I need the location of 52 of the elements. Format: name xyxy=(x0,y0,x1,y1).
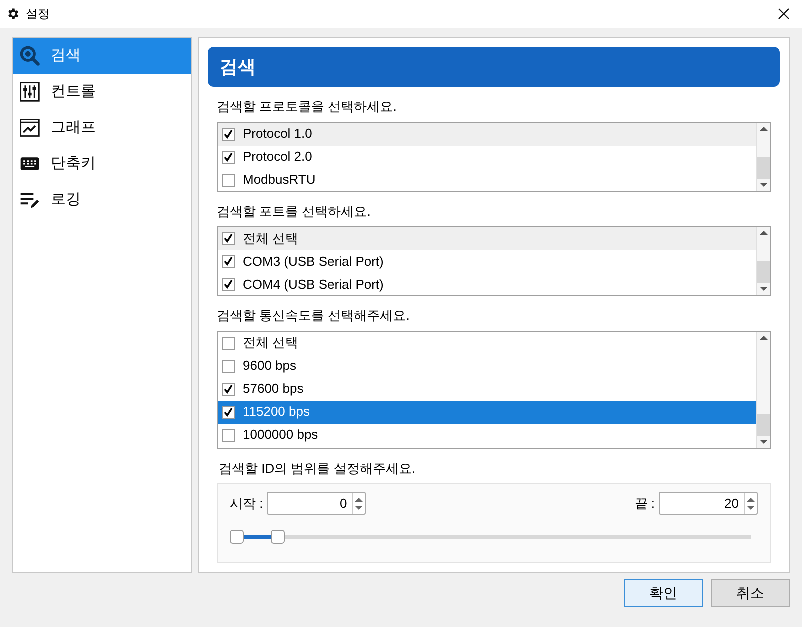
list-item[interactable]: Protocol 2.0 xyxy=(218,146,756,168)
sidebar-item[interactable]: 로깅 xyxy=(13,182,191,218)
checkbox[interactable] xyxy=(222,232,235,245)
close-icon[interactable] xyxy=(778,8,790,20)
scrollbar[interactable] xyxy=(756,122,770,190)
checkbox[interactable] xyxy=(222,406,235,418)
ok-button[interactable]: 확인 xyxy=(624,579,703,607)
checkbox[interactable] xyxy=(222,360,235,372)
panel-header: 검색 xyxy=(208,47,780,87)
end-label: 끝 : xyxy=(634,494,655,513)
sidebar-item[interactable]: 그래프 xyxy=(13,110,191,146)
sidebar-item[interactable]: 검색 xyxy=(13,38,191,74)
checkbox[interactable] xyxy=(222,174,235,186)
scroll-thumb[interactable] xyxy=(757,261,770,283)
checkbox[interactable] xyxy=(222,150,235,164)
checkbox[interactable] xyxy=(222,128,235,140)
sidebar-item[interactable]: 단축키 xyxy=(13,146,191,182)
end-spinbox[interactable]: 20 xyxy=(659,492,758,515)
slider-thumb[interactable] xyxy=(230,530,244,544)
scrollbar[interactable] xyxy=(756,227,770,295)
range-label: 검색할 ID의 범위를 설정해주세요. xyxy=(218,460,416,478)
sliders-icon xyxy=(19,81,41,103)
chart-window-icon xyxy=(19,117,41,139)
cancel-button[interactable]: 취소 xyxy=(711,579,790,607)
list-label: 검색할 프로토콜을 선택하세요. xyxy=(217,98,398,116)
list-label: 검색할 포트를 선택하세요. xyxy=(217,202,372,220)
checkbox[interactable] xyxy=(222,255,235,268)
checkbox[interactable] xyxy=(222,278,235,291)
list-item[interactable]: 전체 선택 xyxy=(218,227,756,250)
list-item[interactable]: Protocol 1.0 xyxy=(218,122,756,146)
list-item[interactable]: COM4 (USB Serial Port) xyxy=(218,273,756,295)
scroll-thumb[interactable] xyxy=(757,414,770,436)
checkbox[interactable] xyxy=(222,336,235,350)
list-item[interactable]: 전체 선택 xyxy=(218,332,756,354)
slider-thumb[interactable] xyxy=(271,530,286,544)
list-item[interactable]: 1000000 bps xyxy=(218,424,756,446)
list-label: 검색할 통신속도를 선택해주세요. xyxy=(217,307,411,325)
scroll-thumb[interactable] xyxy=(757,156,770,178)
start-label: 시작 : xyxy=(230,494,264,513)
list-item[interactable]: 57600 bps xyxy=(218,378,756,400)
sidebar-item[interactable]: 컨트롤 xyxy=(13,74,191,110)
scrollbar[interactable] xyxy=(756,332,770,448)
list-item[interactable]: 115200 bps xyxy=(218,400,756,424)
search-icon xyxy=(19,45,41,67)
list-item[interactable]: COM3 (USB Serial Port) xyxy=(218,250,756,273)
checkbox[interactable] xyxy=(222,382,235,396)
window-title: 설정 xyxy=(26,6,50,23)
gear-icon xyxy=(6,7,20,21)
list-item[interactable]: ModbusRTU xyxy=(218,168,756,190)
list-item[interactable]: 9600 bps xyxy=(218,354,756,378)
checkbox[interactable] xyxy=(222,428,235,442)
start-spinbox[interactable]: 0 xyxy=(267,492,366,515)
